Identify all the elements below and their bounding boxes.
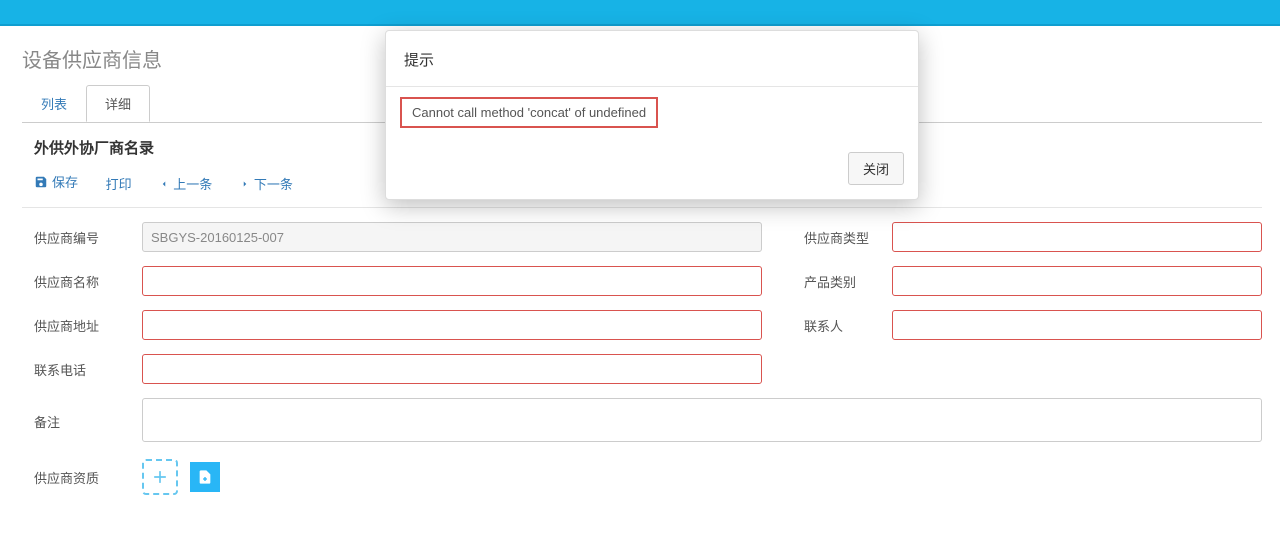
supplier-code-input [142,222,762,252]
remark-textarea[interactable] [142,398,1262,442]
supplier-name-input[interactable] [142,266,762,296]
tab-detail[interactable]: 详细 [86,85,150,122]
label-product-cat: 产品类别 [792,272,892,291]
label-supplier-addr: 供应商地址 [22,316,142,335]
upload-add-button[interactable] [190,462,220,492]
upload-dropzone[interactable] [142,459,178,495]
contact-phone-input[interactable] [142,354,762,384]
next-label: 下一条 [254,174,293,193]
modal-close-button[interactable]: 关闭 [848,152,904,185]
label-supplier-code: 供应商编号 [22,228,142,247]
prev-label: 上一条 [173,174,212,193]
print-button[interactable]: 打印 [106,174,132,193]
label-supplier-type: 供应商类型 [792,228,892,247]
supplier-type-input[interactable] [892,222,1262,252]
modal-title: 提示 [386,31,918,87]
label-supplier-name: 供应商名称 [22,272,142,291]
label-remark: 备注 [22,412,142,431]
plus-dashed-icon [150,467,170,487]
label-qualification: 供应商资质 [22,468,142,487]
form: 供应商编号 供应商类型 供应商名称 产品类别 供应商地址 [22,208,1262,495]
modal-error-message: Cannot call method 'concat' of undefined [400,97,658,128]
next-button[interactable]: 下一条 [240,174,293,193]
label-contact-phone: 联系电话 [22,360,142,379]
supplier-addr-input[interactable] [142,310,762,340]
tab-list[interactable]: 列表 [22,85,86,122]
save-label: 保存 [52,172,78,191]
label-contact-person: 联系人 [792,316,892,335]
alert-modal: 提示 Cannot call method 'concat' of undefi… [385,30,919,200]
chevron-left-icon [159,179,169,189]
chevron-right-icon [240,179,250,189]
prev-button[interactable]: 上一条 [159,174,212,193]
save-icon [34,175,48,189]
top-bar [0,0,1280,26]
print-label: 打印 [106,174,132,193]
contact-person-input[interactable] [892,310,1262,340]
product-cat-input[interactable] [892,266,1262,296]
file-plus-icon [197,469,213,485]
save-button[interactable]: 保存 [34,172,78,191]
